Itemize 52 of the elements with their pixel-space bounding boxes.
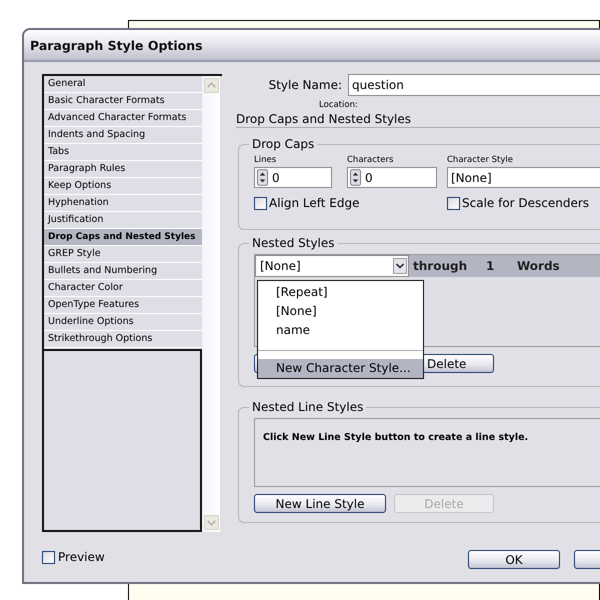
menu-item[interactable]: [Repeat] [258,283,423,302]
sidebar-item[interactable]: Bullets and Numbering [44,263,202,280]
sidebar-item[interactable]: General [44,76,202,93]
ok-button[interactable]: OK [468,550,560,569]
style-dropdown[interactable]: [None] [255,255,409,277]
caret-icon[interactable] [393,258,407,274]
window-title: Paragraph Style Options [30,38,203,52]
stepper-icon[interactable] [350,169,361,186]
menu-item[interactable]: name [258,321,423,340]
preview-label: Preview [58,550,105,564]
character-style-field[interactable]: [None] [447,167,600,188]
sidebar-item[interactable]: Tabs [44,144,202,161]
nested-style-row[interactable]: [None] through 1 Words [255,255,600,277]
menu-item[interactable]: [None] [258,302,423,321]
through-label: through [413,259,468,273]
count-value[interactable]: 1 [486,259,517,273]
checkbox-label: Scale for Descenders [462,196,590,210]
group-title: Nested Styles [249,236,338,250]
stepper-icon[interactable] [257,169,268,186]
sidebar-item[interactable]: OpenType Features [44,297,202,314]
menu-item[interactable]: New Character Style... [258,359,423,378]
sidebar-item[interactable]: Paragraph Rules [44,161,202,178]
sidebar-item[interactable]: Basic Character Formats [44,93,202,110]
hint-message: Click New Line Style button to create a line style. [263,432,528,443]
preview-checkbox[interactable] [42,550,55,564]
field-label: Characters [347,155,394,166]
lines-spinner-field[interactable]: 0 [254,167,332,188]
sidebar-item[interactable]: GREP Style [44,246,202,263]
section-title: Drop Caps and Nested Styles [236,112,600,128]
characters-spinner-field[interactable]: 0 [347,167,437,188]
location-label: Location: [319,100,358,110]
delete-button[interactable]: Delete [422,354,494,373]
group-title: Nested Line Styles [249,400,366,414]
sidebar-item[interactable]: Hyphenation [44,195,202,212]
checkbox[interactable] [447,196,460,210]
sidebar-item[interactable]: Character Color [44,280,202,297]
sidebar-item[interactable]: Drop Caps and Nested Styles [44,229,202,246]
style-name-field[interactable]: question [348,74,600,96]
field-label: Character Style [447,155,514,166]
sidebar-item[interactable]: Indents and Spacing [44,127,202,144]
sidebar-item[interactable]: Keep Options [44,178,202,195]
group-title: Drop Caps [249,137,318,151]
sidebar-item[interactable]: Justification [44,212,202,229]
sidebar-item[interactable]: Underline Options [44,314,202,331]
new-line-style-button[interactable]: New Line Style [254,494,386,513]
sidebar-item[interactable]: Strikethrough Options [44,331,202,348]
checkbox[interactable] [254,196,267,210]
style-name-label: Style Name: [268,78,343,92]
sidebar-item[interactable]: Advanced Character Formats [44,110,202,127]
unit-value[interactable]: Words [517,259,577,273]
checkbox-label: Align Left Edge [269,196,360,210]
field-label: Lines [254,155,278,166]
